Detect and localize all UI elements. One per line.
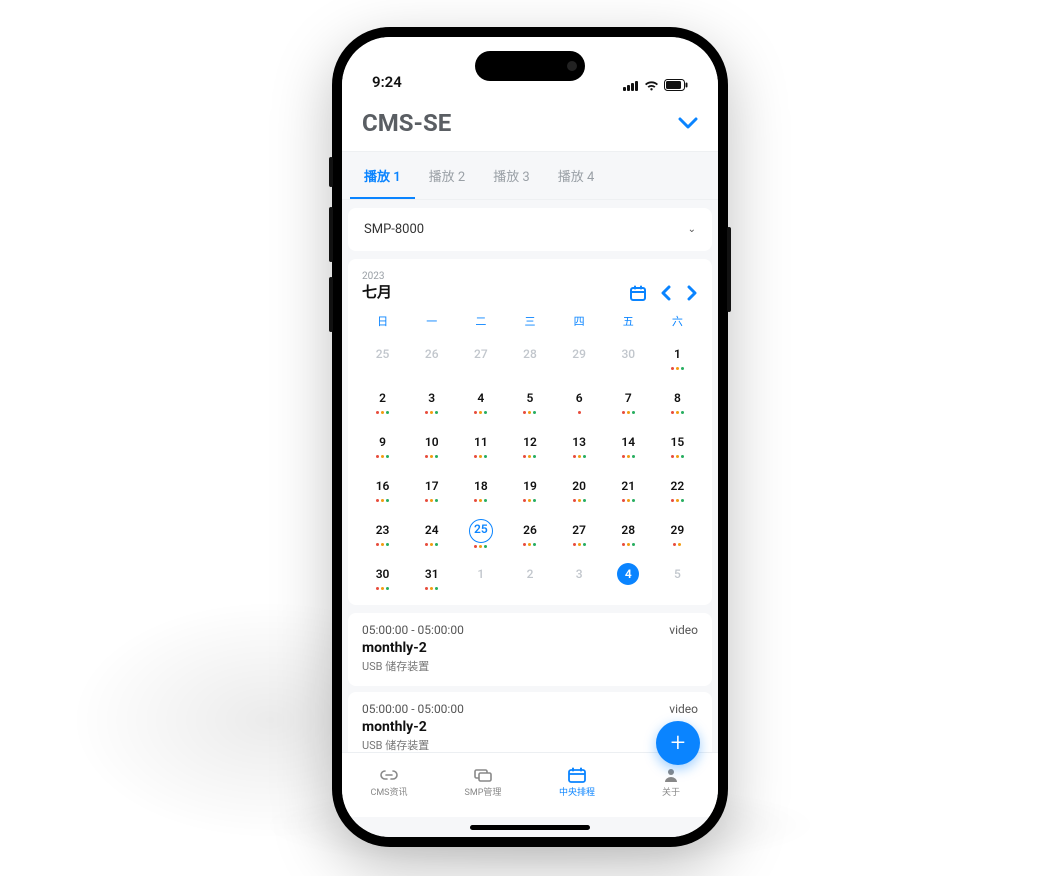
calendar-card: 2023 七月 日一二三四五六 (348, 259, 712, 605)
nav-label: 中央排程 (559, 785, 595, 798)
calendar-year-month: 2023 七月 (362, 271, 392, 301)
calendar-weekdays: 日一二三四五六 (348, 305, 712, 335)
status-time: 9:24 (372, 73, 402, 91)
calendar-year: 2023 (362, 271, 392, 283)
calendar-month: 七月 (362, 283, 392, 301)
calendar-day[interactable]: 25 (358, 339, 407, 375)
nav-label: CMS资讯 (370, 785, 407, 798)
event-sub: USB 储存装置 (362, 658, 698, 674)
tab-play-2[interactable]: 播放 2 (415, 152, 480, 199)
weekday-label: 五 (604, 305, 653, 335)
event-name: monthly-2 (362, 640, 698, 656)
calendar-day[interactable]: 5 (653, 559, 702, 595)
calendar-day[interactable]: 5 (505, 383, 554, 419)
play-tabs: 播放 1播放 2播放 3播放 4 (342, 152, 718, 200)
calendar-day[interactable]: 1 (456, 559, 505, 595)
calendar-icon (567, 767, 587, 783)
calendar-day[interactable]: 19 (505, 471, 554, 507)
calendar-day[interactable]: 13 (555, 427, 604, 463)
calendar-day[interactable]: 21 (604, 471, 653, 507)
calendar-day[interactable]: 14 (604, 427, 653, 463)
calendar-day[interactable]: 6 (555, 383, 604, 419)
tab-play-1[interactable]: 播放 1 (350, 152, 415, 199)
calendar-day[interactable]: 9 (358, 427, 407, 463)
home-indicator (342, 817, 718, 837)
header-dropdown-button[interactable] (678, 116, 698, 130)
calendar-day[interactable]: 17 (407, 471, 456, 507)
weekday-label: 二 (456, 305, 505, 335)
calendar-day[interactable]: 25 (456, 515, 505, 551)
user-icon (661, 767, 681, 783)
calendar-day[interactable]: 29 (555, 339, 604, 375)
calendar-day[interactable]: 10 (407, 427, 456, 463)
weekday-label: 四 (555, 305, 604, 335)
weekday-label: 三 (505, 305, 554, 335)
wifi-icon (644, 80, 659, 91)
header: CMS-SE (342, 95, 718, 152)
event-card[interactable]: 05:00:00 - 05:00:00 video monthly-2 USB 储存装… (348, 613, 712, 686)
calendar-day[interactable]: 22 (653, 471, 702, 507)
nav-label: SMP管理 (465, 785, 502, 798)
next-month-button[interactable] (686, 285, 698, 301)
cellular-icon (623, 80, 639, 91)
chevron-down-icon: ⌄ (688, 224, 696, 235)
calendar-day[interactable]: 24 (407, 515, 456, 551)
device-select[interactable]: SMP-8000 ⌄ (348, 208, 712, 251)
calendar-day[interactable]: 29 (653, 515, 702, 551)
page-title: CMS-SE (362, 109, 451, 137)
calendar-day[interactable]: 30 (604, 339, 653, 375)
calendar-day[interactable]: 3 (555, 559, 604, 595)
weekday-label: 一 (407, 305, 456, 335)
nav-card[interactable]: SMP管理 (436, 767, 530, 798)
calendar-day[interactable]: 1 (653, 339, 702, 375)
prev-month-button[interactable] (660, 285, 672, 301)
calendar-day[interactable]: 20 (555, 471, 604, 507)
calendar-day[interactable]: 15 (653, 427, 702, 463)
calendar-day[interactable]: 7 (604, 383, 653, 419)
calendar-day[interactable]: 11 (456, 427, 505, 463)
tab-play-4[interactable]: 播放 4 (544, 152, 609, 199)
battery-icon (664, 79, 688, 91)
event-time: 05:00:00 - 05:00:00 (362, 702, 464, 716)
calendar-day[interactable]: 4 (456, 383, 505, 419)
device-selected: SMP-8000 (364, 222, 424, 237)
nav-link[interactable]: CMS资讯 (342, 767, 436, 798)
event-type: video (669, 623, 698, 637)
calendar-day[interactable]: 30 (358, 559, 407, 595)
weekday-label: 日 (358, 305, 407, 335)
event-time: 05:00:00 - 05:00:00 (362, 623, 464, 637)
nav-user[interactable]: 关于 (624, 767, 718, 798)
nav-calendar[interactable]: 中央排程 (530, 767, 624, 798)
link-icon (379, 767, 399, 783)
calendar-day[interactable]: 4 (604, 559, 653, 595)
calendar-day[interactable]: 3 (407, 383, 456, 419)
tab-play-3[interactable]: 播放 3 (479, 152, 544, 199)
calendar-day[interactable]: 27 (555, 515, 604, 551)
event-name: monthly-2 (362, 719, 698, 735)
calendar-day[interactable]: 18 (456, 471, 505, 507)
card-icon (473, 767, 493, 783)
calendar-day[interactable]: 2 (505, 559, 554, 595)
calendar-day[interactable]: 2 (358, 383, 407, 419)
calendar-grid: 2526272829301234567891011121314151617181… (348, 335, 712, 599)
calendar-day[interactable]: 12 (505, 427, 554, 463)
calendar-day[interactable]: 23 (358, 515, 407, 551)
calendar-day[interactable]: 28 (604, 515, 653, 551)
event-type: video (669, 702, 698, 716)
weekday-label: 六 (653, 305, 702, 335)
event-sub: USB 储存装置 (362, 737, 698, 752)
bottom-nav: CMS资讯 SMP管理 中央排程 关于 (342, 752, 718, 817)
status-icons (623, 79, 688, 91)
calendar-day[interactable]: 28 (505, 339, 554, 375)
calendar-day[interactable]: 31 (407, 559, 456, 595)
month-picker-button[interactable] (630, 285, 646, 301)
calendar-day[interactable]: 26 (505, 515, 554, 551)
calendar-day[interactable]: 26 (407, 339, 456, 375)
nav-label: 关于 (662, 785, 680, 798)
calendar-day[interactable]: 27 (456, 339, 505, 375)
add-button[interactable]: + (656, 721, 700, 765)
calendar-day[interactable]: 8 (653, 383, 702, 419)
calendar-day[interactable]: 16 (358, 471, 407, 507)
